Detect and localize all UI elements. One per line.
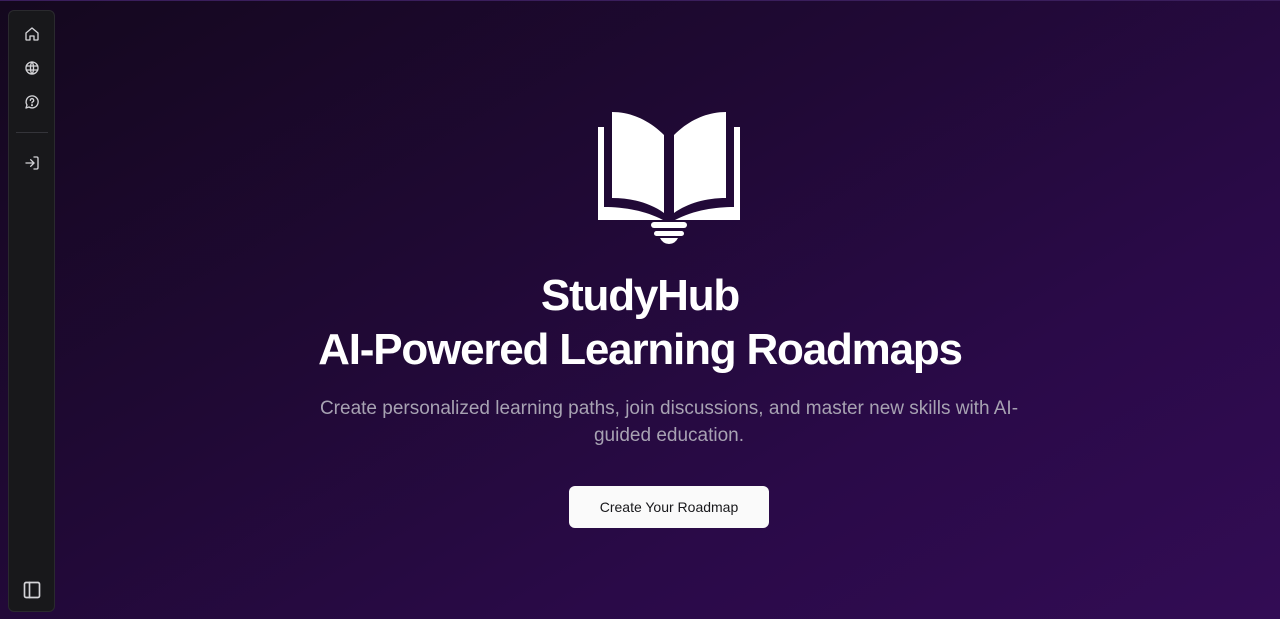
sidebar-item-sign-in[interactable] (16, 148, 48, 178)
help-circle-icon (25, 95, 39, 109)
title-line-brand: StudyHub (540, 271, 740, 320)
page-title: StudyHub AI-Powered Learning Roadmaps (0, 269, 1280, 377)
sidebar-divider (16, 132, 48, 133)
globe-icon (25, 61, 39, 75)
sidebar-item-home[interactable] (16, 19, 48, 49)
sidebar-item-help[interactable] (16, 87, 48, 117)
hero-subtitle: Create personalized learning paths, join… (319, 398, 1019, 446)
sign-in-icon (25, 156, 39, 170)
sidebar-item-explore[interactable] (16, 53, 48, 83)
title-line-tagline: AI-Powered Learning Roadmaps (318, 325, 963, 374)
home-icon (25, 27, 39, 41)
create-roadmap-button[interactable]: Create Your Roadmap (569, 486, 769, 528)
book-lightbulb-icon (598, 112, 740, 244)
sidebar-toggle-icon (23, 581, 41, 599)
sidebar-toggle-button[interactable] (16, 575, 48, 605)
